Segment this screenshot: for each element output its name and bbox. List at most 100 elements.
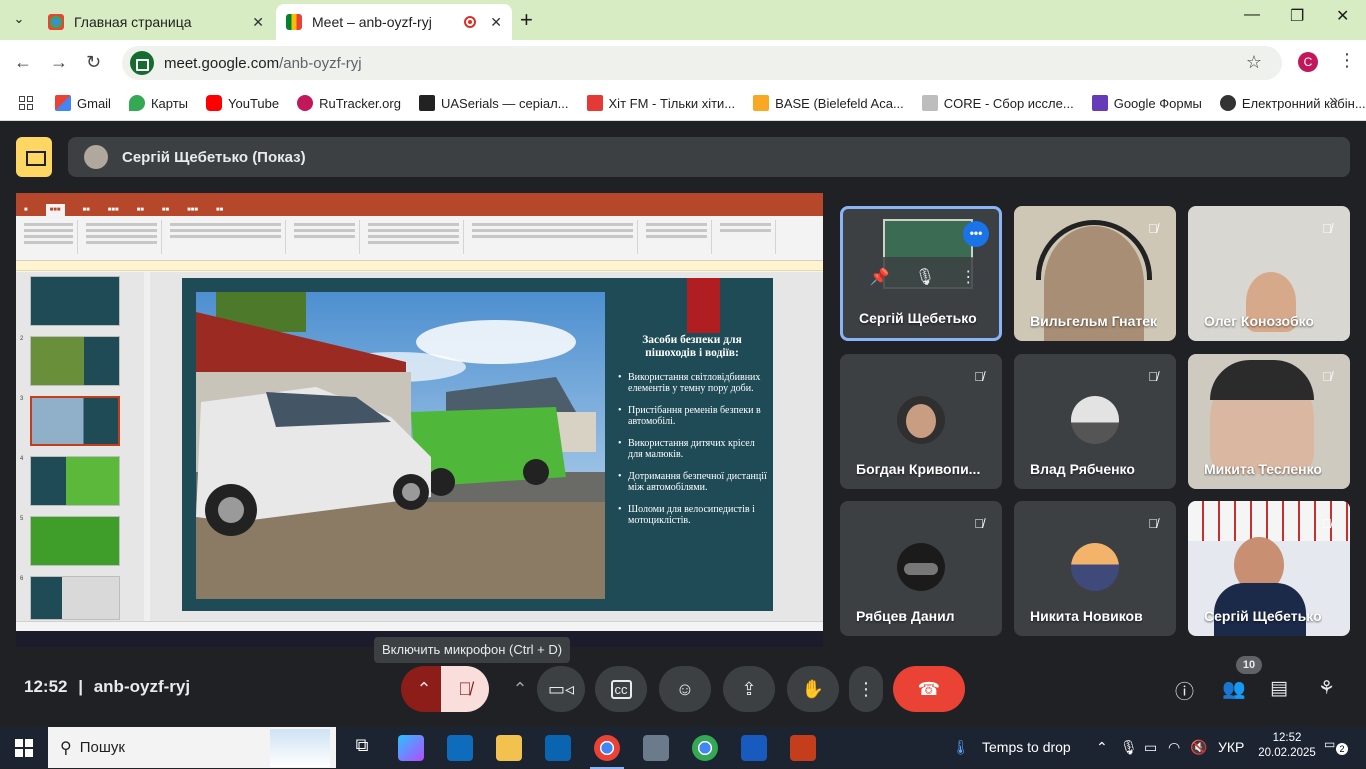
slide-accent-bar (687, 278, 720, 333)
more-options-icon[interactable]: ••• (963, 221, 989, 247)
slide-bullet: Використання дитячих крісел для малюків. (618, 438, 768, 460)
weather-text[interactable]: Temps to drop (982, 739, 1071, 755)
windows-start-icon[interactable] (15, 739, 33, 757)
new-tab-plus-icon[interactable]: + (520, 8, 533, 32)
word-icon[interactable] (741, 735, 767, 761)
more-options-button[interactable]: ⋮ (849, 666, 883, 712)
search-placeholder: Пошук (79, 739, 125, 756)
bookmarks-bar: Gmail Карты YouTube RuTracker.org UASeri… (0, 86, 1366, 121)
chrome-profile-icon[interactable] (692, 735, 718, 761)
powerpoint-icon[interactable] (790, 735, 816, 761)
presenter-avatar (84, 145, 108, 169)
copilot-icon[interactable] (398, 735, 424, 761)
presentation-icon[interactable] (16, 137, 52, 177)
participant-tile[interactable]: 🎙̸ Богдан Кривопи... (840, 354, 1002, 489)
slide-photo-cars (196, 292, 605, 599)
video-options-button[interactable]: ⌃ (503, 666, 537, 712)
calculator-icon[interactable] (643, 735, 669, 761)
bookmark-gmail[interactable]: Gmail (55, 95, 111, 111)
captions-icon: cc (610, 679, 632, 699)
bookmark-youtube[interactable]: YouTube (206, 95, 279, 111)
task-view-icon[interactable]: ⧉ (349, 735, 375, 761)
participant-name: Богдан Кривопи... (856, 461, 981, 477)
bookmark-uaserials[interactable]: UASerials — серіал... (418, 95, 569, 111)
emoji-icon: ☺ (675, 678, 695, 699)
outlook-icon[interactable] (545, 735, 571, 761)
maps-pin-icon (128, 95, 145, 111)
meeting-details-icon[interactable]: ⓘ (1175, 677, 1194, 704)
store-icon[interactable] (447, 735, 473, 761)
forward-arrow-icon[interactable]: → (50, 52, 68, 73)
captions-button[interactable]: cc (595, 666, 647, 712)
volume-muted-icon[interactable]: 🔇 (1190, 739, 1207, 756)
camera-toggle-button[interactable]: ▭◃ (537, 666, 585, 712)
participant-tile[interactable]: 🎙̸ Влад Рябченко (1014, 354, 1176, 489)
hang-up-icon: ☎ (917, 678, 941, 699)
pin-icon[interactable]: 📌 (870, 267, 890, 287)
bookmarks-overflow-icon[interactable]: » (1329, 92, 1338, 110)
participant-tile[interactable]: 🎙̸ Рябцев Данил (840, 501, 1002, 636)
mic-icon[interactable]: 🎙 (915, 267, 935, 287)
close-window-icon[interactable]: ✕ (1336, 6, 1349, 26)
bookmark-maps[interactable]: Карты (128, 95, 188, 111)
mic-off-icon: 🎙̸ (1322, 516, 1332, 531)
keyboard-language[interactable]: УКР (1218, 739, 1244, 755)
participant-name: Олег Конозобко (1204, 313, 1315, 329)
participant-tile[interactable]: 🎙̸ Никита Новиков (1014, 501, 1176, 636)
google-forms-icon (1091, 95, 1108, 111)
reactions-button[interactable]: ☺ (659, 666, 711, 712)
microphone-toggle-button[interactable]: 🎙̸ (441, 666, 489, 712)
raise-hand-button[interactable]: ✋ (787, 666, 839, 712)
file-explorer-icon[interactable] (496, 735, 522, 761)
powerpoint-warning-bar (16, 261, 823, 271)
address-bar[interactable]: meet.google.com/anb-oyzf-ryj ☆ (122, 46, 1282, 80)
current-slide: Засоби безпеки для пішоходів і водіїв: В… (182, 278, 773, 611)
bookmark-hitfm[interactable]: Хіт FM - Тільки хіти... (586, 95, 735, 111)
bookmark-rutracker[interactable]: RuTracker.org (297, 95, 401, 111)
browser-tabstrip: ⌄ Главная страница ✕ Meet – anb-oyzf-ryj… (0, 0, 1366, 40)
thumbnail-scrollbar[interactable] (144, 272, 150, 621)
activities-icon[interactable]: ⚘ (1318, 677, 1335, 700)
bookmark-e-cabinet[interactable]: Електронний кабін... (1219, 95, 1366, 111)
tab-main-page[interactable]: Главная страница ✕ (38, 4, 274, 40)
leave-call-button[interactable]: ☎ (893, 666, 965, 712)
tray-overflow-chevron-icon[interactable]: ⌃ (1096, 739, 1108, 756)
notifications-icon[interactable]: ▭ 2 (1324, 737, 1354, 759)
present-screen-button[interactable]: ⇪ (723, 666, 775, 712)
participant-tile[interactable]: 🎙̸ Олег Конозобко (1188, 206, 1350, 341)
browser-menu-icon[interactable]: ⋮ (1338, 50, 1356, 71)
bookmark-star-icon[interactable]: ☆ (1246, 52, 1262, 73)
restore-icon[interactable]: ❐ (1290, 6, 1304, 26)
wifi-icon[interactable]: ◠ (1168, 739, 1180, 756)
tab-meet[interactable]: Meet – anb-oyzf-ryj ✕ (276, 4, 512, 40)
chrome-icon[interactable] (590, 735, 624, 769)
bookmark-google-forms[interactable]: Google Формы (1091, 95, 1202, 111)
reload-icon[interactable]: ↻ (86, 52, 101, 73)
chat-icon[interactable]: ▤ (1270, 677, 1288, 700)
site-info-icon[interactable] (130, 51, 154, 75)
participant-tile[interactable]: 🎙̸ Сергій Щебетько (1188, 501, 1350, 636)
apps-grid-icon[interactable] (19, 96, 33, 110)
base-icon (753, 95, 770, 111)
minimize-icon[interactable]: — (1244, 6, 1260, 24)
taskbar-search[interactable]: ⚲ Пошук (48, 727, 336, 768)
close-tab-icon[interactable]: ✕ (490, 14, 502, 31)
bookmark-core[interactable]: CORE - Сбор иссле... (921, 95, 1074, 111)
tab-search-chevron-icon[interactable]: ⌄ (8, 8, 30, 30)
participant-tile[interactable]: 🎙̸ Вильгельм Гнатек (1014, 206, 1176, 341)
participant-avatar (897, 396, 945, 444)
powerpoint-title-bar (16, 193, 823, 204)
battery-icon[interactable]: ▭ (1144, 739, 1157, 756)
participant-tile[interactable]: 🎙̸ Микита Тесленко (1188, 354, 1350, 489)
profile-avatar[interactable]: C (1298, 52, 1318, 72)
people-icon[interactable]: 👥 (1222, 677, 1246, 701)
close-tab-icon[interactable]: ✕ (252, 14, 264, 31)
bookmark-base[interactable]: BASE (Bielefeld Aca... (753, 95, 904, 111)
participant-tile-self[interactable]: ••• 📌 🎙 ⋮ Сергій Щебетько (840, 206, 1002, 341)
more-vert-icon[interactable]: ⋮ (960, 267, 976, 287)
microphone-tray-icon[interactable]: 🎙 (1120, 739, 1138, 756)
thermometer-icon[interactable]: 🌡 (952, 739, 970, 756)
participant-avatar (1071, 396, 1119, 444)
back-arrow-icon[interactable]: ← (14, 52, 32, 73)
tray-clock[interactable]: 12:52 20.02.2025 (1258, 731, 1316, 761)
